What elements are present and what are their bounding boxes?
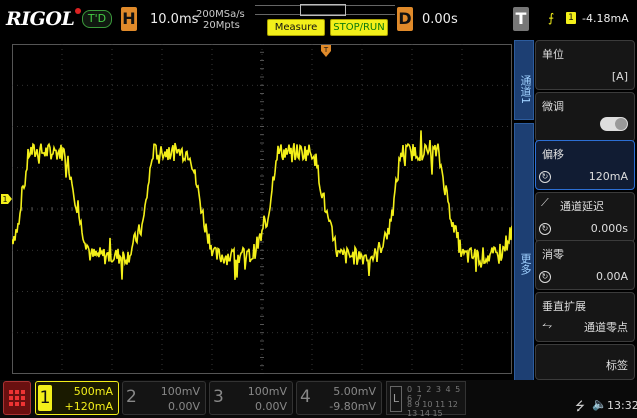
menu-item-channel-delay[interactable]: 通道延迟 ⟋ ↻ 0.000s bbox=[535, 192, 635, 242]
channel-scale: 5.00mV bbox=[333, 385, 376, 398]
delay-icon: ⟋ bbox=[541, 196, 549, 209]
channel-scale: 100mV bbox=[247, 385, 287, 398]
timebase-value[interactable]: 10.0ms bbox=[150, 12, 198, 27]
apps-grid-icon bbox=[9, 390, 25, 406]
channel-2-button[interactable]: 2 100mV 0.00V bbox=[122, 381, 206, 415]
waveform-display[interactable] bbox=[12, 44, 512, 374]
menu-item-vertical-expand[interactable]: 垂直扩展 ⥊ 通道零点 bbox=[535, 292, 635, 342]
channel1-trace bbox=[12, 130, 512, 280]
channel-number: 3 bbox=[213, 387, 224, 407]
channel-offset: 0.00V bbox=[254, 400, 287, 413]
menu-item-zero[interactable]: 消零 ↻ 0.00A bbox=[535, 240, 635, 290]
channel1-offset-marker[interactable]: 1 bbox=[0, 193, 13, 205]
stop-run-button[interactable]: STOP/RUN bbox=[330, 19, 388, 36]
memory-depth: 20Mpts bbox=[203, 20, 240, 31]
trigger-position-marker[interactable]: T bbox=[320, 44, 332, 58]
trigger-source-badge: 1 bbox=[566, 12, 576, 24]
svg-text:1: 1 bbox=[2, 195, 7, 204]
menu-item-label[interactable]: 标签 bbox=[535, 344, 635, 380]
channel-number: 1 bbox=[38, 385, 52, 411]
channel-offset: 0.00V bbox=[167, 400, 200, 413]
run-status-badge: T'D bbox=[82, 10, 112, 28]
knob-icon: ↻ bbox=[539, 223, 551, 235]
channel-1-button[interactable]: 1 500mA +120mA bbox=[35, 381, 119, 415]
menu-tab-channel1[interactable]: 通道1 bbox=[514, 40, 534, 120]
trigger-level[interactable]: -4.18mA bbox=[582, 12, 629, 25]
channel-offset: +120mA bbox=[64, 400, 113, 413]
menu-item-label: 偏移 bbox=[542, 148, 564, 161]
graticule bbox=[12, 44, 512, 374]
home-grid-button[interactable] bbox=[3, 381, 31, 415]
menu-item-value: 0.00A bbox=[595, 270, 628, 283]
menu-tab-more[interactable]: 更多 bbox=[514, 123, 534, 383]
logic-channels-high: 8 9 10 11 12 13 14 15 bbox=[407, 400, 458, 418]
channel-number: 2 bbox=[126, 387, 137, 407]
menu-item-label: 消零 bbox=[542, 248, 564, 261]
svg-text:T: T bbox=[323, 46, 329, 54]
expand-icon: ⥊ bbox=[542, 318, 553, 333]
menu-item-value: 120mA bbox=[588, 170, 628, 183]
knob-icon: ↻ bbox=[539, 171, 551, 183]
speaker-icon[interactable]: 🔈 bbox=[592, 397, 607, 411]
menu-item-label: 单位 bbox=[542, 48, 564, 61]
menu-item-value: 标签 bbox=[606, 359, 628, 372]
menu-item-label: 微调 bbox=[542, 100, 564, 113]
knob-icon: ↻ bbox=[539, 271, 551, 283]
delay-menu-button[interactable]: D bbox=[397, 7, 413, 31]
logic-analyzer-button[interactable]: L 0 1 2 3 4 5 6 7 8 9 10 11 12 13 14 15 bbox=[386, 381, 466, 418]
menu-item-unit[interactable]: 单位 [A] bbox=[535, 40, 635, 90]
horizontal-menu-button[interactable]: H bbox=[121, 7, 137, 31]
memory-window bbox=[300, 4, 346, 16]
fine-toggle[interactable] bbox=[600, 117, 628, 131]
menu-item-label: 垂直扩展 bbox=[542, 300, 586, 313]
channel-scale: 100mV bbox=[160, 385, 200, 398]
channel-scale: 500mA bbox=[73, 385, 113, 398]
menu-item-offset[interactable]: 偏移 ↻ 120mA bbox=[535, 140, 635, 190]
channel-3-button[interactable]: 3 100mV 0.00V bbox=[209, 381, 293, 415]
channel-4-button[interactable]: 4 5.00mV -9.80mV bbox=[296, 381, 382, 415]
menu-item-value: 0.000s bbox=[590, 222, 628, 235]
menu-item-fine[interactable]: 微调 bbox=[535, 92, 635, 142]
usb-icon: ⭍ bbox=[575, 399, 585, 413]
menu-item-value: [A] bbox=[611, 70, 628, 83]
menu-item-label: 通道延迟 bbox=[560, 200, 604, 213]
channel-offset: -9.80mV bbox=[329, 400, 376, 413]
rising-edge-icon: ⨍ bbox=[548, 11, 555, 25]
menu-item-value: 通道零点 bbox=[584, 321, 628, 334]
sample-rate: 200MSa/s bbox=[196, 9, 245, 20]
delay-value[interactable]: 0.00s bbox=[422, 12, 458, 27]
measure-button[interactable]: Measure bbox=[267, 19, 325, 36]
brand-logo: RIGOL bbox=[6, 8, 82, 30]
trigger-menu-button[interactable]: T bbox=[513, 7, 529, 31]
logic-letter: L bbox=[390, 386, 402, 412]
channel-number: 4 bbox=[300, 387, 311, 407]
clock: 13:32 bbox=[607, 399, 637, 412]
